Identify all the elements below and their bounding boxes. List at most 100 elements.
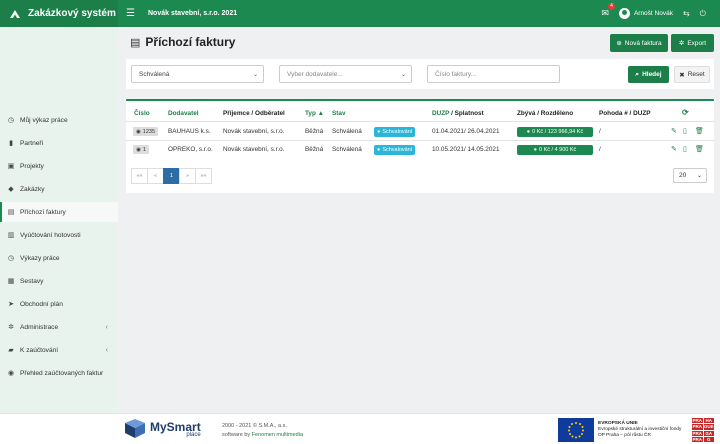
- pagination: «« « 1 » »»: [131, 168, 212, 184]
- header-divider: [126, 121, 714, 122]
- page-first[interactable]: ««: [131, 168, 148, 184]
- sidebar-item-vykazy-prace[interactable]: ◷ Výkazy práce: [0, 248, 118, 268]
- page-title: ▤ Příchozí faktury: [130, 35, 236, 49]
- clock-icon: ◷: [7, 117, 15, 124]
- column-header-pohoda[interactable]: Pohoda # / DUZP: [599, 110, 650, 117]
- status-cell: Schválená: [332, 146, 362, 153]
- column-header-stav[interactable]: Stav: [332, 110, 346, 117]
- sidebar-item-obchodni-plan[interactable]: ➤ Obchodní plán: [0, 294, 118, 314]
- row-divider: [126, 140, 714, 141]
- logout-icon[interactable]: ⏻: [700, 9, 706, 19]
- status-badge[interactable]: ● Schvalování: [374, 145, 416, 155]
- mail-icon[interactable]: ✉ 4: [601, 3, 615, 19]
- invoice-id-pill[interactable]: ◉ 1: [133, 145, 149, 154]
- sidebar-item-vyuctovani-hotovosti[interactable]: ▥ Vyúčtování hotovosti: [0, 225, 118, 245]
- dates-cell: 10.05.2021/ 14.05.2021: [432, 146, 500, 153]
- invoice-id-pill[interactable]: ◉ 1235: [133, 127, 158, 136]
- type-cell: Běžná: [305, 146, 324, 153]
- column-header-prijemce[interactable]: Příjemce / Odběratel: [223, 110, 285, 117]
- app-title: Zakázkový systém: [28, 8, 116, 19]
- sidebar-item-zakazky[interactable]: ◆ Zakázky: [0, 179, 118, 199]
- user-name: Arnošt Novák: [633, 10, 673, 17]
- chevron-left-icon: ‹: [105, 346, 108, 354]
- chevron-down-icon: ⌄: [696, 173, 702, 179]
- cogs-icon: ✲: [8, 324, 14, 331]
- sidebar-item-muj-vykaz-prace[interactable]: ◷ Můj výkaz práce: [0, 110, 118, 130]
- supplier-select[interactable]: Vyber dodavatele... ⌄: [279, 65, 412, 83]
- refresh-icon[interactable]: ⟳: [682, 108, 689, 117]
- money-badge: ● 0 Kč / 4 900 Kč: [517, 145, 593, 155]
- column-header-zbyva[interactable]: Zbývá / Rozděleno: [517, 110, 573, 117]
- sidebar-item-sestavy[interactable]: ▦ Sestavy: [0, 271, 118, 291]
- export-button[interactable]: ✲ Export: [671, 34, 714, 52]
- sort-asc-icon: ▲: [317, 110, 324, 117]
- chevron-down-icon: ⌄: [400, 71, 406, 78]
- supplier-cell: OPREKO, s.r.o.: [168, 146, 213, 153]
- clock-icon: ◷: [7, 255, 15, 262]
- trash-icon[interactable]: 🗑: [695, 145, 704, 153]
- status-select[interactable]: Schválená ⌄: [131, 65, 264, 83]
- top-bar: Zakázkový systém ☰ Novák stavební, s.r.o…: [0, 0, 720, 27]
- mysmart-logo-icon: [125, 419, 145, 438]
- page-current[interactable]: 1: [163, 168, 180, 184]
- dates-cell: 01.04.2021/ 26.04.2021: [432, 128, 500, 135]
- supplier-cell: BAUHAUS k.s.: [168, 128, 211, 135]
- sidebar-item-partneri[interactable]: ▮ Partneři: [0, 133, 118, 153]
- page-prev[interactable]: «: [147, 168, 164, 184]
- pohoda-cell: /: [599, 128, 601, 135]
- brand[interactable]: Zakázkový systém: [0, 0, 118, 27]
- footer: MySmart place 2000 - 2021 © S.M.A., a.s.…: [0, 413, 720, 444]
- new-invoice-button[interactable]: ⊕ Nová faktura: [610, 34, 668, 52]
- edit-icon[interactable]: ✎: [671, 127, 677, 135]
- praha-logo: PRA HA PRA GUE PRA GA PRA G: [692, 418, 714, 442]
- trash-icon[interactable]: 🗑: [695, 127, 704, 135]
- clock-icon: ●: [526, 129, 531, 135]
- briefcase-icon: ▣: [7, 163, 15, 170]
- column-header-typ[interactable]: Typ ▲: [305, 110, 324, 117]
- sidebar-item-projekty[interactable]: ▣ Projekty: [0, 156, 118, 176]
- sidebar-item-administrace[interactable]: ✲ Administrace ‹: [0, 317, 118, 337]
- page-next[interactable]: »: [179, 168, 196, 184]
- bar-chart-icon: ▦: [7, 278, 15, 285]
- status-badge[interactable]: ● Schvalování: [374, 127, 416, 137]
- file-icon: ▤: [7, 209, 15, 216]
- invoice-number-input[interactable]: Číslo faktury...: [427, 65, 560, 83]
- receipt-icon: ▥: [7, 232, 15, 239]
- document-icon[interactable]: ▯: [683, 145, 687, 153]
- sidebar-item-prichozi-faktury[interactable]: ▤ Příchozí faktury: [0, 202, 118, 222]
- per-page-select[interactable]: 20 ⌄: [673, 168, 707, 183]
- eu-text: EVROPSKÁ UNIE Evropské strukturální a in…: [598, 421, 682, 438]
- eye-icon: ◉: [136, 146, 141, 153]
- sidebar: ◷ Můj výkaz práce ▮ Partneři ▣ Projekty ◆ Za…: [0, 27, 118, 413]
- plus-circle-icon: ⊕: [616, 40, 622, 47]
- app-logo-icon: [10, 9, 20, 18]
- column-header-dodavatel[interactable]: Dodavatel: [168, 110, 199, 117]
- document-icon[interactable]: ▯: [683, 127, 687, 135]
- mysmart-logo: MySmart place: [124, 419, 201, 439]
- hamburger-menu-icon[interactable]: ☰: [126, 8, 138, 19]
- type-cell: Běžná: [305, 128, 324, 135]
- sidebar-item-k-zauctovani[interactable]: ▰ K zaúčtování ‹: [0, 340, 118, 360]
- eye-icon: ◉: [135, 128, 141, 135]
- switch-icon[interactable]: ⇆: [683, 9, 690, 18]
- close-icon: ✖: [679, 71, 685, 79]
- clock-icon: ●: [533, 147, 537, 153]
- reset-button[interactable]: ✖ Reset: [674, 66, 710, 83]
- edit-icon[interactable]: ✎: [671, 145, 677, 153]
- avatar: [618, 8, 630, 19]
- fenomen-link[interactable]: Fenomen multimedia: [252, 432, 303, 438]
- recipient-cell: Novák stavební, s.r.o.: [223, 128, 285, 135]
- search-button[interactable]: ⌕ Hledej: [628, 66, 669, 83]
- column-header-duzp[interactable]: DUZP / Splatnost: [432, 110, 484, 117]
- chevron-left-icon: ‹: [105, 323, 108, 331]
- check-circle-icon: ●: [377, 147, 381, 153]
- user-menu[interactable]: Arnošt Novák: [618, 8, 673, 19]
- check-circle-icon: ◉: [7, 370, 15, 377]
- page-last[interactable]: »»: [195, 168, 212, 184]
- folder-icon: ▰: [8, 347, 14, 354]
- money-badge: ● 0 Kč / 123 966,94 Kč: [517, 127, 593, 137]
- mail-count-badge: 4: [608, 3, 615, 10]
- column-header-cislo[interactable]: Číslo: [134, 110, 150, 117]
- recipient-cell: Novák stavební, s.r.o.: [223, 146, 285, 153]
- sidebar-item-prehled-zauctovanych-faktur[interactable]: ◉ Přehled zaúčtovaných faktur: [0, 363, 118, 383]
